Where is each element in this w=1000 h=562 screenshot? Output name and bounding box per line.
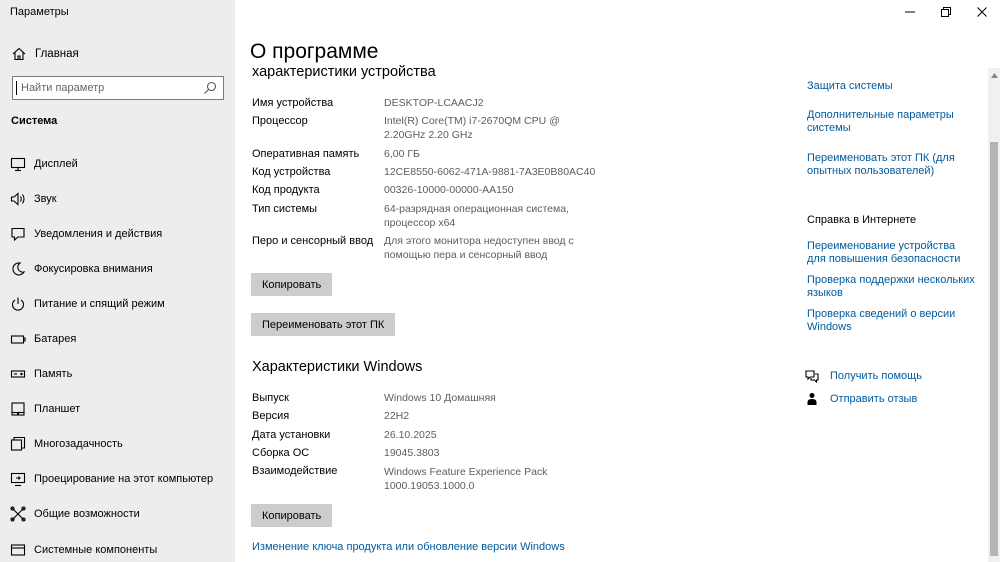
sidebar-item-label: Общие возможности [34, 508, 140, 520]
search-input[interactable] [21, 80, 201, 96]
sidebar-item-notifications[interactable]: Уведомления и действия [0, 219, 235, 249]
sidebar-item-battery[interactable]: Батарея [0, 324, 235, 354]
power-icon [11, 297, 25, 311]
spec-value: 19045.3803 [384, 447, 440, 459]
spec-label: Перо и сенсорный ввод [252, 235, 374, 247]
sidebar-item-label: Проецирование на этот компьютер [34, 473, 214, 485]
scroll-thumb[interactable] [990, 142, 998, 556]
sidebar-item-multitasking[interactable]: Многозадачность [0, 429, 235, 459]
components-icon [10, 544, 26, 556]
sidebar-item-label: Батарея [34, 333, 77, 345]
sidebar: Параметры Главная Система Дисплей Звук У… [0, 0, 235, 562]
copy-device-specs-button[interactable]: Копировать [251, 273, 333, 296]
sidebar-item-power-sleep[interactable]: Питание и спящий режим [0, 289, 235, 319]
help-heading: Справка в Интернете [807, 214, 917, 226]
get-help-label: Получить помощь [830, 370, 922, 382]
help-chat-icon [805, 370, 819, 383]
copy-windows-specs-button[interactable]: Копировать [251, 504, 333, 527]
spec-value: 22H2 [384, 410, 410, 422]
windows-version-info-link[interactable]: Проверка сведений о версии Windows [807, 308, 977, 334]
system-protection-link[interactable]: Защита системы [807, 80, 987, 93]
spec-value: 26.10.2025 [384, 429, 437, 441]
storage-icon [10, 370, 26, 378]
spec-label: Процессор [252, 115, 308, 127]
window-title: Параметры [10, 6, 69, 18]
moon-icon [12, 262, 26, 276]
search-icon[interactable] [203, 81, 217, 95]
sidebar-item-storage[interactable]: Память [0, 359, 235, 389]
sidebar-item-shared-experiences[interactable]: Общие возможности [0, 499, 235, 529]
get-help-link[interactable]: Получить помощь [805, 369, 922, 383]
search-box[interactable] [12, 76, 224, 100]
sidebar-item-label: Память [34, 368, 73, 380]
sidebar-item-label: Звук [34, 193, 57, 205]
sidebar-item-focus-assist[interactable]: Фокусировка внимания [0, 254, 235, 284]
send-feedback-link[interactable]: Отправить отзыв [805, 392, 917, 406]
home-nav-item[interactable]: Главная [11, 45, 79, 63]
sidebar-item-tablet[interactable]: Планшет [0, 394, 235, 424]
spec-value: DESKTOP-LCAACJ2 [384, 97, 484, 109]
display-icon [10, 157, 26, 172]
change-product-key-link[interactable]: Изменение ключа продукта или обновление … [252, 541, 565, 554]
sidebar-item-display[interactable]: Дисплей [0, 149, 235, 179]
home-icon [12, 47, 26, 61]
page-title: О программе [250, 40, 379, 63]
advanced-system-settings-link[interactable]: Дополнительные параметры системы [807, 109, 977, 135]
spec-label: Взаимодействие [252, 465, 338, 477]
sidebar-item-label: Дисплей [34, 158, 78, 170]
tablet-icon [11, 402, 25, 416]
sidebar-item-label: Уведомления и действия [34, 228, 163, 240]
spec-label: Сборка ОС [252, 447, 310, 459]
multilanguage-support-link[interactable]: Проверка поддержки нескольких языков [807, 274, 977, 300]
spec-label: Код продукта [252, 184, 320, 196]
speaker-icon [10, 192, 25, 206]
notification-icon [11, 227, 25, 242]
multitasking-icon [10, 436, 26, 451]
spec-label: Дата установки [252, 429, 331, 441]
sidebar-item-label: Многозадачность [34, 438, 123, 450]
spec-value: Windows Feature Experience Pack 1000.190… [384, 466, 548, 492]
spec-label: Версия [252, 410, 290, 422]
scrollbar[interactable] [988, 68, 1000, 562]
spec-label: Тип системы [252, 203, 318, 215]
sidebar-item-label: Системные компоненты [34, 544, 158, 556]
windows-specs-heading: Характеристики Windows [252, 359, 423, 375]
sidebar-item-sound[interactable]: Звук [0, 184, 235, 214]
home-label: Главная [35, 48, 79, 60]
sidebar-item-label: Питание и спящий режим [34, 298, 165, 310]
sidebar-item-system-components[interactable]: Системные компоненты [0, 535, 235, 562]
sidebar-item-label: Планшет [34, 403, 81, 415]
rename-pc-advanced-link[interactable]: Переименовать этот ПК (для опытных польз… [807, 152, 977, 178]
spec-label: Оперативная память [252, 148, 360, 160]
spec-label: Выпуск [252, 392, 289, 404]
spec-label: Имя устройства [252, 97, 334, 109]
spec-value: Windows 10 Домашняя [384, 392, 496, 404]
projecting-icon [10, 472, 26, 487]
spec-value: 00326-10000-00000-AA150 [384, 184, 514, 196]
scroll-up-button[interactable] [988, 68, 1000, 82]
spec-value: Для этого монитора недоступен ввод с пом… [384, 235, 574, 261]
battery-icon [10, 335, 26, 344]
device-specs-heading: характеристики устройства [252, 64, 436, 80]
sidebar-item-label: Фокусировка внимания [34, 263, 153, 275]
chevron-up-icon [990, 72, 998, 78]
feedback-icon [807, 393, 817, 405]
spec-value: Intel(R) Core(TM) i7-2670QM CPU @ 2.20GH… [384, 115, 560, 141]
spec-label: Код устройства [252, 166, 331, 178]
sidebar-item-projecting[interactable]: Проецирование на этот компьютер [0, 464, 235, 494]
rename-pc-button[interactable]: Переименовать этот ПК [251, 313, 396, 336]
send-feedback-label: Отправить отзыв [830, 393, 918, 405]
section-title: Система [11, 115, 58, 127]
spec-value: 6,00 ГБ [384, 148, 420, 160]
spec-value: 64-разрядная операционная система, проце… [384, 203, 570, 229]
rename-device-security-link[interactable]: Переименование устройства для повышения … [807, 240, 977, 266]
spec-value: 12CE8550-6062-471A-9881-7A3E0B80AC40 [384, 166, 596, 178]
shared-experiences-icon [10, 506, 26, 522]
